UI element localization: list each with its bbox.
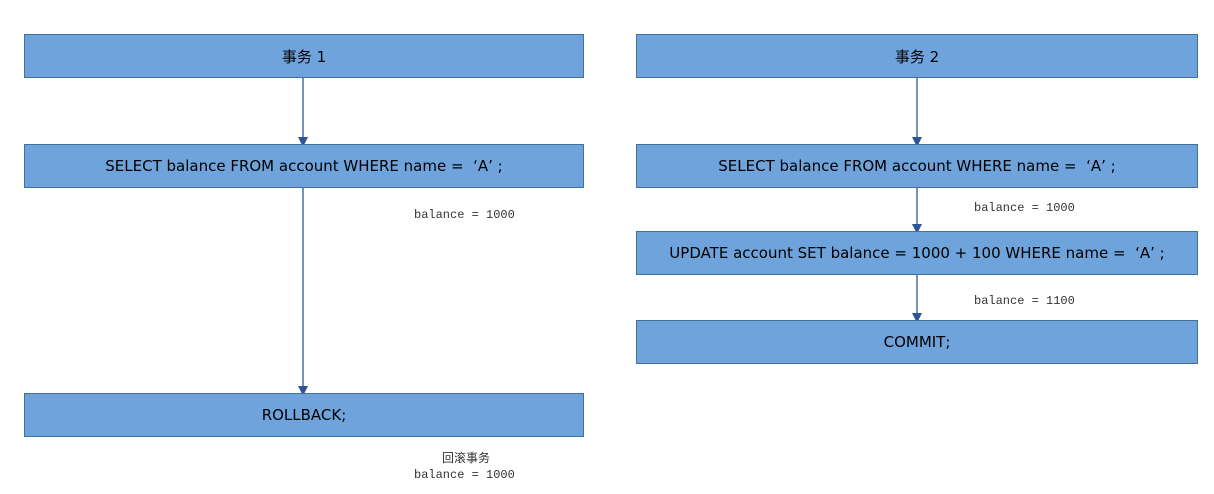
t1-rollback-label: ROLLBACK; [261,406,347,424]
t1-select-result: balance = 1000 [414,208,515,222]
t2-title-box: 事务 2 [636,34,1198,78]
t2-update-label: UPDATE account SET balance = 1000 + 100 … [669,244,1165,262]
t2-title-label: 事务 2 [894,47,940,66]
t1-rollback-box: ROLLBACK; [24,393,584,437]
t1-select-label: SELECT balance FROM account WHERE name =… [105,157,503,175]
t1-select-box: SELECT balance FROM account WHERE name =… [24,144,584,188]
t1-title-label: 事务 1 [281,47,327,66]
t1-rollback-result: balance = 1000 [414,468,515,482]
t2-update-box: UPDATE account SET balance = 1000 + 100 … [636,231,1198,275]
t2-select-label: SELECT balance FROM account WHERE name =… [718,157,1116,175]
t2-select-result: balance = 1000 [974,201,1075,215]
t2-update-result: balance = 1100 [974,294,1075,308]
t2-commit-box: COMMIT; [636,320,1198,364]
t2-select-box: SELECT balance FROM account WHERE name =… [636,144,1198,188]
t2-commit-label: COMMIT; [883,333,951,351]
t1-rollback-note: 回滚事务 [442,451,491,465]
t1-title-box: 事务 1 [24,34,584,78]
